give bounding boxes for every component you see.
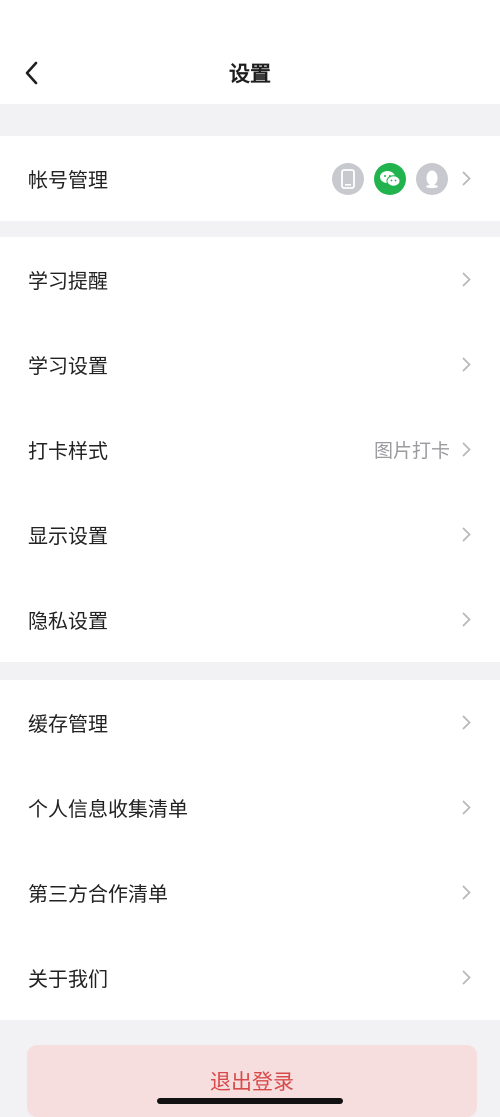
about-us-row[interactable]: 关于我们	[0, 935, 500, 1020]
personal-info-list-label: 个人信息收集清单	[28, 797, 188, 821]
phone-icon	[332, 162, 364, 195]
chevron-right-icon	[460, 357, 472, 373]
home-indicator	[157, 1098, 343, 1104]
checkin-style-value: 图片打卡	[373, 440, 450, 462]
chevron-right-icon	[460, 442, 472, 458]
checkin-style-row[interactable]: 打卡样式 图片打卡	[0, 407, 500, 492]
study-settings-row[interactable]: 学习设置	[0, 322, 500, 407]
privacy-settings-row[interactable]: 隐私设置	[0, 577, 500, 662]
third-party-list-label: 第三方合作清单	[28, 882, 168, 906]
study-reminder-label: 学习提醒	[28, 269, 108, 293]
chevron-right-icon	[460, 715, 472, 731]
chevron-right-icon	[460, 970, 472, 986]
account-management-row[interactable]: 帐号管理	[0, 136, 500, 221]
personal-info-list-row[interactable]: 个人信息收集清单	[0, 765, 500, 850]
chevron-right-icon	[460, 171, 472, 187]
page-title: 设置	[229, 62, 271, 86]
study-settings-label: 学习设置	[28, 354, 108, 378]
chevron-right-icon	[460, 272, 472, 288]
cache-management-row[interactable]: 缓存管理	[0, 680, 500, 765]
other-settings-group: 缓存管理 个人信息收集清单 第三方合作清单 关于我们	[0, 680, 500, 1020]
wechat-icon	[374, 162, 406, 195]
qq-icon	[416, 162, 448, 195]
linked-accounts	[332, 162, 448, 195]
display-settings-label: 显示设置	[28, 524, 108, 548]
navigation-bar: 设置	[0, 0, 500, 104]
third-party-list-row[interactable]: 第三方合作清单	[0, 850, 500, 935]
chevron-right-icon	[460, 885, 472, 901]
chevron-right-icon	[460, 612, 472, 628]
study-settings-group: 学习提醒 学习设置 打卡样式 图片打卡 显示设置 隐私设置	[0, 237, 500, 662]
cache-management-label: 缓存管理	[28, 712, 108, 736]
chevron-right-icon	[460, 527, 472, 543]
privacy-settings-label: 隐私设置	[28, 609, 108, 633]
display-settings-row[interactable]: 显示设置	[0, 492, 500, 577]
account-group: 帐号管理	[0, 136, 500, 221]
about-us-label: 关于我们	[28, 967, 108, 991]
checkin-style-label: 打卡样式	[28, 439, 108, 463]
account-management-label: 帐号管理	[28, 168, 108, 192]
study-reminder-row[interactable]: 学习提醒	[0, 237, 500, 322]
chevron-right-icon	[460, 800, 472, 816]
logout-button[interactable]: 退出登录	[27, 1045, 477, 1117]
